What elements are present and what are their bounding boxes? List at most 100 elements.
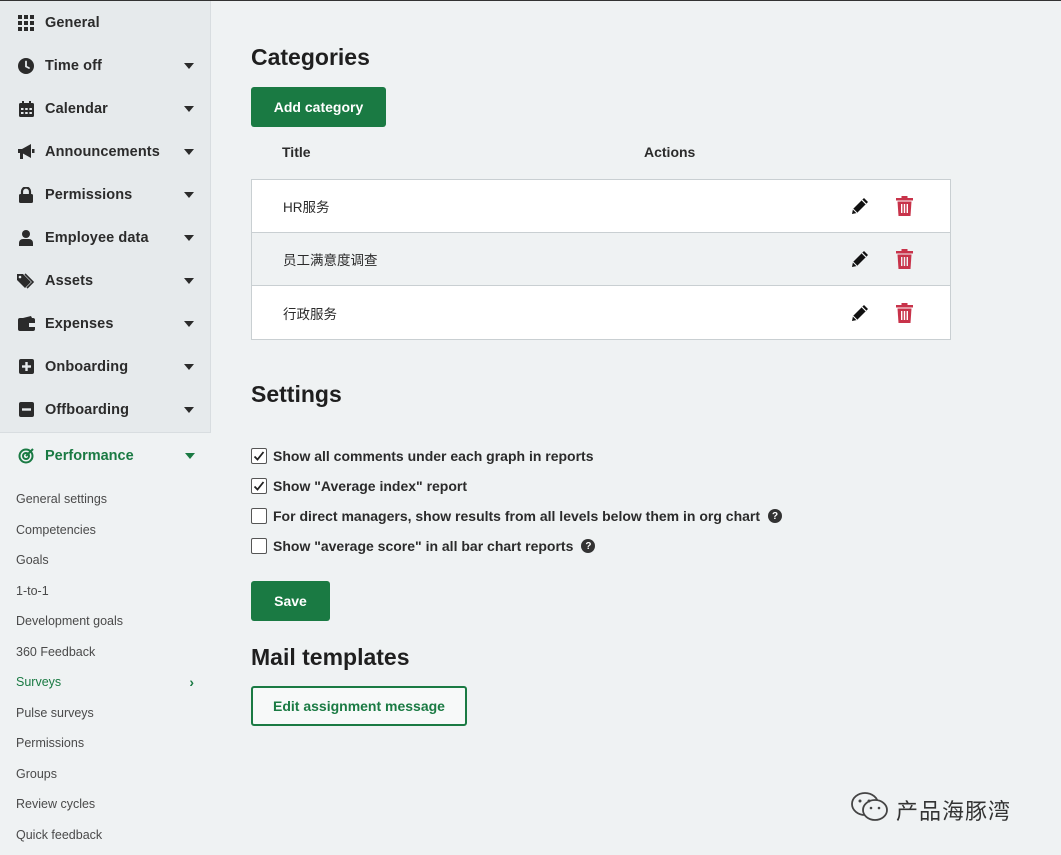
- sub-item-label: Permissions: [16, 736, 85, 751]
- clock-icon: [17, 57, 35, 75]
- sidebar-item-competencies[interactable]: Competencies: [0, 515, 211, 546]
- setting-label: Show "Average index" report: [273, 478, 468, 494]
- menu-item-label: Calendar: [45, 100, 108, 117]
- menu-item-label: General: [45, 14, 100, 31]
- setting-average-index: Show "Average index" report: [251, 471, 782, 501]
- sub-item-label: Groups: [16, 766, 57, 781]
- sub-item-label: Quick feedback: [16, 827, 103, 842]
- chevron-down-icon: [184, 62, 194, 69]
- watermark-text: 产品海豚湾: [896, 799, 1012, 824]
- sub-item-label: General settings: [16, 492, 108, 507]
- calendar-icon: [17, 100, 35, 118]
- category-title: 员工满意度调查: [283, 253, 378, 268]
- chevron-down-icon: [184, 191, 194, 198]
- chevron-down-icon: [184, 277, 194, 284]
- grid-icon: [17, 14, 35, 32]
- lock-icon: [17, 186, 35, 204]
- sub-item-label: Pulse surveys: [16, 705, 94, 720]
- checkbox-checked[interactable]: [251, 448, 267, 464]
- chevron-right-icon: ›: [189, 674, 194, 691]
- settings-menu: General Time off Calendar Announcements: [0, 1, 211, 433]
- pencil-icon[interactable]: [848, 247, 872, 271]
- watermark: 产品海豚湾: [850, 791, 1011, 829]
- column-header-actions: Actions: [644, 144, 696, 160]
- performance-submenu: General settings Competencies Goals 1-to…: [0, 484, 211, 850]
- tags-icon: [17, 272, 35, 290]
- menu-item-label: Assets: [45, 272, 94, 289]
- trash-icon[interactable]: [892, 194, 916, 218]
- sidebar-item-pulse-surveys[interactable]: Pulse surveys: [0, 698, 211, 729]
- menu-item-offboarding[interactable]: Offboarding: [0, 388, 210, 431]
- menu-item-label: Performance: [45, 447, 134, 464]
- question-circle-icon[interactable]: ?: [581, 539, 596, 553]
- sidebar-item-permissions[interactable]: Permissions: [0, 728, 211, 759]
- category-title: HR服务: [283, 200, 330, 215]
- wechat-icon: [850, 791, 890, 829]
- menu-item-label: Time off: [45, 57, 102, 74]
- sub-item-label: Competencies: [16, 522, 96, 537]
- menu-item-calendar[interactable]: Calendar: [0, 87, 210, 130]
- sub-item-label: 360 Feedback: [16, 644, 96, 659]
- add-category-button[interactable]: Add category: [251, 87, 386, 127]
- sidebar-item-1-to-1[interactable]: 1-to-1: [0, 576, 211, 607]
- target-icon: [17, 447, 35, 465]
- chevron-down-icon: [184, 148, 194, 155]
- question-circle-icon[interactable]: ?: [768, 509, 783, 523]
- megaphone-icon: [17, 143, 35, 161]
- checkbox-checked[interactable]: [251, 478, 267, 494]
- sub-item-label: Goals: [16, 553, 49, 568]
- menu-item-label: Announcements: [45, 143, 160, 160]
- menu-item-label: Onboarding: [45, 358, 129, 375]
- menu-item-onboarding[interactable]: Onboarding: [0, 345, 210, 388]
- sub-item-label: Surveys: [16, 675, 62, 690]
- setting-direct-managers: For direct managers, show results from a…: [251, 501, 783, 531]
- trash-icon[interactable]: [892, 301, 916, 325]
- menu-item-time-off[interactable]: Time off: [0, 44, 210, 87]
- chevron-down-icon: [184, 320, 194, 327]
- sidebar-item-surveys[interactable]: Surveys ›: [0, 667, 211, 698]
- pencil-icon[interactable]: [848, 301, 872, 325]
- setting-label: For direct managers, show results from a…: [273, 508, 761, 524]
- table-row: 行政服务: [252, 286, 950, 339]
- categories-table: HR服务 员工满意度调查 行政服务: [251, 179, 951, 340]
- chevron-down-icon: [184, 363, 194, 370]
- sidebar-item-goals[interactable]: Goals: [0, 545, 211, 576]
- pencil-icon[interactable]: [848, 194, 872, 218]
- menu-item-general[interactable]: General: [0, 1, 210, 44]
- menu-item-expenses[interactable]: Expenses: [0, 302, 210, 345]
- categories-heading: Categories: [251, 44, 370, 70]
- table-row: 员工满意度调查: [252, 233, 950, 286]
- checkbox-unchecked[interactable]: [251, 508, 267, 524]
- sidebar-item-general-settings[interactable]: General settings: [0, 484, 211, 515]
- setting-label: Show "average score" in all bar chart re…: [273, 538, 574, 554]
- sub-item-label: Review cycles: [16, 797, 96, 812]
- menu-item-label: Expenses: [45, 315, 114, 332]
- save-button[interactable]: Save: [251, 581, 330, 621]
- user-icon: [17, 229, 35, 247]
- menu-item-permissions[interactable]: Permissions: [0, 173, 210, 216]
- sidebar-item-quick-feedback[interactable]: Quick feedback: [0, 820, 211, 851]
- mail-templates-heading: Mail templates: [251, 644, 410, 670]
- table-row: HR服务: [252, 180, 950, 233]
- menu-item-announcements[interactable]: Announcements: [0, 130, 210, 173]
- menu-item-employee-data[interactable]: Employee data: [0, 216, 210, 259]
- sidebar-item-review-cycles[interactable]: Review cycles: [0, 789, 211, 820]
- sidebar-item-development-goals[interactable]: Development goals: [0, 606, 211, 637]
- plus-square-icon: [17, 358, 35, 376]
- minus-square-icon: [17, 401, 35, 419]
- setting-show-comments: Show all comments under each graph in re…: [251, 441, 782, 471]
- sub-item-label: 1-to-1: [16, 583, 49, 598]
- settings-options: Show all comments under each graph in re…: [251, 441, 783, 561]
- sidebar-item-360-feedback[interactable]: 360 Feedback: [0, 637, 211, 668]
- menu-item-assets[interactable]: Assets: [0, 259, 210, 302]
- wallet-icon: [17, 315, 35, 333]
- chevron-down-icon: [184, 105, 194, 112]
- setting-average-score: Show "average score" in all bar chart re…: [251, 531, 782, 561]
- category-title: 行政服务: [283, 306, 337, 322]
- trash-icon[interactable]: [892, 247, 916, 271]
- menu-item-performance[interactable]: Performance: [0, 433, 211, 478]
- chevron-down-icon: [185, 452, 195, 459]
- checkbox-unchecked[interactable]: [251, 538, 267, 554]
- edit-assignment-message-button[interactable]: Edit assignment message: [251, 686, 467, 726]
- sidebar-item-groups[interactable]: Groups: [0, 759, 211, 790]
